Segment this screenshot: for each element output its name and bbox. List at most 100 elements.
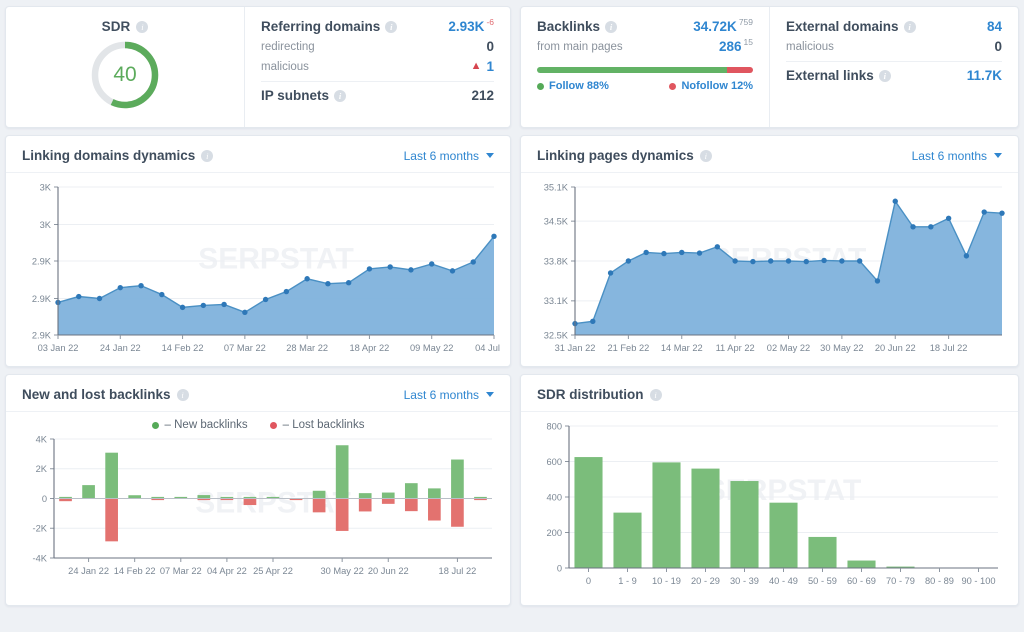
- svg-text:09 May 22: 09 May 22: [410, 343, 453, 353]
- sdr-value: 40: [88, 38, 162, 112]
- svg-text:20 Jun 22: 20 Jun 22: [875, 343, 916, 353]
- legend-lost-backlinks[interactable]: – Lost backlinks: [270, 419, 365, 431]
- external-domains-text: External domains: [786, 19, 899, 34]
- chevron-down-icon: [994, 153, 1002, 158]
- linking-pages-svg: SERPSTAT35.1K34.5K33.8K33.1K32.5K31 Jan …: [529, 177, 1010, 365]
- info-icon[interactable]: i: [177, 389, 189, 401]
- linking-domains-period-dropdown[interactable]: Last 6 months: [404, 149, 494, 163]
- external-links-row: External links i 11.7K: [786, 68, 1002, 83]
- new-lost-chart: SERPSTAT4K2K0-2K-4K24 Jan 2214 Feb 2207 …: [6, 431, 510, 605]
- referring-domains-row: Referring domains i 2.93K-6: [261, 19, 494, 34]
- follow-segment: [537, 67, 727, 73]
- summary-row: SDR i 40 Referring domains i: [5, 6, 1019, 128]
- period-label: Last 6 months: [912, 149, 987, 163]
- backlinks-text: Backlinks: [537, 19, 600, 34]
- follow-legend: Follow 88% Nofollow 12%: [537, 80, 753, 92]
- svg-text:2K: 2K: [36, 464, 48, 474]
- new-backlinks-dot-icon: [152, 422, 159, 429]
- svg-text:24 Jan 22: 24 Jan 22: [68, 566, 109, 576]
- svg-text:11 Apr 22: 11 Apr 22: [716, 343, 755, 353]
- svg-text:3K: 3K: [40, 220, 52, 230]
- malicious-value: ▲1: [471, 59, 494, 74]
- info-icon[interactable]: i: [879, 70, 891, 82]
- divider: [261, 81, 494, 82]
- linking-domains-title-wrap: Linking domains dynamics i: [22, 148, 213, 163]
- svg-text:30 May 22: 30 May 22: [820, 343, 863, 353]
- svg-text:2.9K: 2.9K: [32, 294, 52, 304]
- info-icon[interactable]: i: [201, 150, 213, 162]
- svg-text:18 Jul 22: 18 Jul 22: [439, 566, 477, 576]
- backlinks-number: 34.72K: [693, 19, 737, 34]
- svg-text:800: 800: [546, 421, 562, 431]
- svg-text:3K: 3K: [40, 182, 52, 192]
- info-icon[interactable]: i: [605, 21, 617, 33]
- referring-domains-text: Referring domains: [261, 19, 380, 34]
- svg-text:28 Mar 22: 28 Mar 22: [286, 343, 328, 353]
- referring-domains-delta: -6: [486, 18, 494, 27]
- external-domains-row: External domains i 84: [786, 19, 1002, 34]
- referring-domains-label: Referring domains i: [261, 19, 397, 34]
- info-icon[interactable]: i: [385, 21, 397, 33]
- external-domains-value: 84: [987, 19, 1002, 34]
- svg-text:SERPSTAT: SERPSTAT: [195, 487, 351, 520]
- linking-domains-chart: SERPSTAT3K3K2.9K2.9K2.9K03 Jan 2224 Jan …: [6, 173, 510, 367]
- svg-text:90 - 100: 90 - 100: [961, 576, 995, 586]
- svg-text:60 - 69: 60 - 69: [847, 576, 876, 586]
- backlinks-row: New and lost backlinks i Last 6 months –…: [5, 374, 1019, 606]
- external-malicious-label: malicious: [786, 41, 834, 53]
- follow-dot-icon: [537, 83, 544, 90]
- svg-text:34.5K: 34.5K: [544, 216, 569, 226]
- info-icon[interactable]: i: [904, 21, 916, 33]
- svg-text:21 Feb 22: 21 Feb 22: [607, 343, 649, 353]
- legend-lost-label: – Lost backlinks: [283, 419, 365, 431]
- period-label: Last 6 months: [404, 388, 479, 402]
- linking-pages-title-wrap: Linking pages dynamics i: [537, 148, 712, 163]
- backlinks-panel: Backlinks i 34.72K759 from main pages 28…: [521, 7, 769, 127]
- linking-pages-header: Linking pages dynamics i Last 6 months: [521, 136, 1018, 173]
- nofollow-dot-icon: [669, 83, 676, 90]
- nofollow-legend-item[interactable]: Nofollow 12%: [669, 80, 753, 92]
- linking-pages-period-dropdown[interactable]: Last 6 months: [912, 149, 1002, 163]
- svg-text:1 - 9: 1 - 9: [618, 576, 637, 586]
- svg-text:-2K: -2K: [33, 524, 48, 534]
- from-main-pages-row: from main pages 28615: [537, 39, 753, 54]
- new-lost-header: New and lost backlinks i Last 6 months: [6, 375, 510, 412]
- follow-legend-item[interactable]: Follow 88%: [537, 80, 609, 92]
- svg-text:70 - 79: 70 - 79: [886, 576, 915, 586]
- info-icon[interactable]: i: [136, 21, 148, 33]
- svg-text:32.5K: 32.5K: [544, 330, 569, 340]
- svg-text:02 May 22: 02 May 22: [767, 343, 810, 353]
- legend-new-backlinks[interactable]: – New backlinks: [152, 419, 248, 431]
- svg-text:10 - 19: 10 - 19: [652, 576, 681, 586]
- info-icon[interactable]: i: [334, 90, 346, 102]
- follow-legend-label: Follow 88%: [549, 80, 609, 92]
- sdr-distribution-svg: SERPSTAT800600400200001 - 910 - 1920 - 2…: [529, 416, 1010, 598]
- ip-subnets-label: IP subnets i: [261, 88, 346, 103]
- new-lost-period-dropdown[interactable]: Last 6 months: [404, 388, 494, 402]
- sdr-distribution-chart: SERPSTAT800600400200001 - 910 - 1920 - 2…: [521, 412, 1018, 605]
- sdr-distribution-header: SDR distribution i: [521, 375, 1018, 412]
- external-links-value: 11.7K: [967, 68, 1002, 83]
- divider: [786, 61, 1002, 62]
- svg-text:4K: 4K: [36, 434, 48, 444]
- summary-card-left: SDR i 40 Referring domains i: [5, 6, 511, 128]
- linking-domains-title: Linking domains dynamics: [22, 148, 195, 163]
- svg-text:14 Mar 22: 14 Mar 22: [661, 343, 703, 353]
- info-icon[interactable]: i: [650, 389, 662, 401]
- svg-text:30 May 22: 30 May 22: [320, 566, 363, 576]
- sdr-panel: SDR i 40: [6, 7, 244, 127]
- info-icon[interactable]: i: [700, 150, 712, 162]
- sdr-distribution-title-wrap: SDR distribution i: [537, 387, 662, 402]
- sdr-gauge: 40: [88, 38, 162, 112]
- malicious-number: 1: [486, 59, 494, 74]
- linking-domains-svg: SERPSTAT3K3K2.9K2.9K2.9K03 Jan 2224 Jan …: [14, 177, 502, 365]
- svg-text:33.8K: 33.8K: [544, 256, 569, 266]
- from-main-pages-number: 286: [719, 39, 742, 54]
- dynamics-row: Linking domains dynamics i Last 6 months…: [5, 135, 1019, 367]
- svg-text:25 Apr 22: 25 Apr 22: [253, 566, 293, 576]
- svg-text:33.1K: 33.1K: [544, 296, 569, 306]
- redirecting-label: redirecting: [261, 41, 315, 53]
- svg-text:SERPSTAT: SERPSTAT: [198, 242, 354, 275]
- referring-domains-panel: Referring domains i 2.93K-6 redirecting …: [244, 7, 510, 127]
- svg-text:600: 600: [546, 457, 562, 467]
